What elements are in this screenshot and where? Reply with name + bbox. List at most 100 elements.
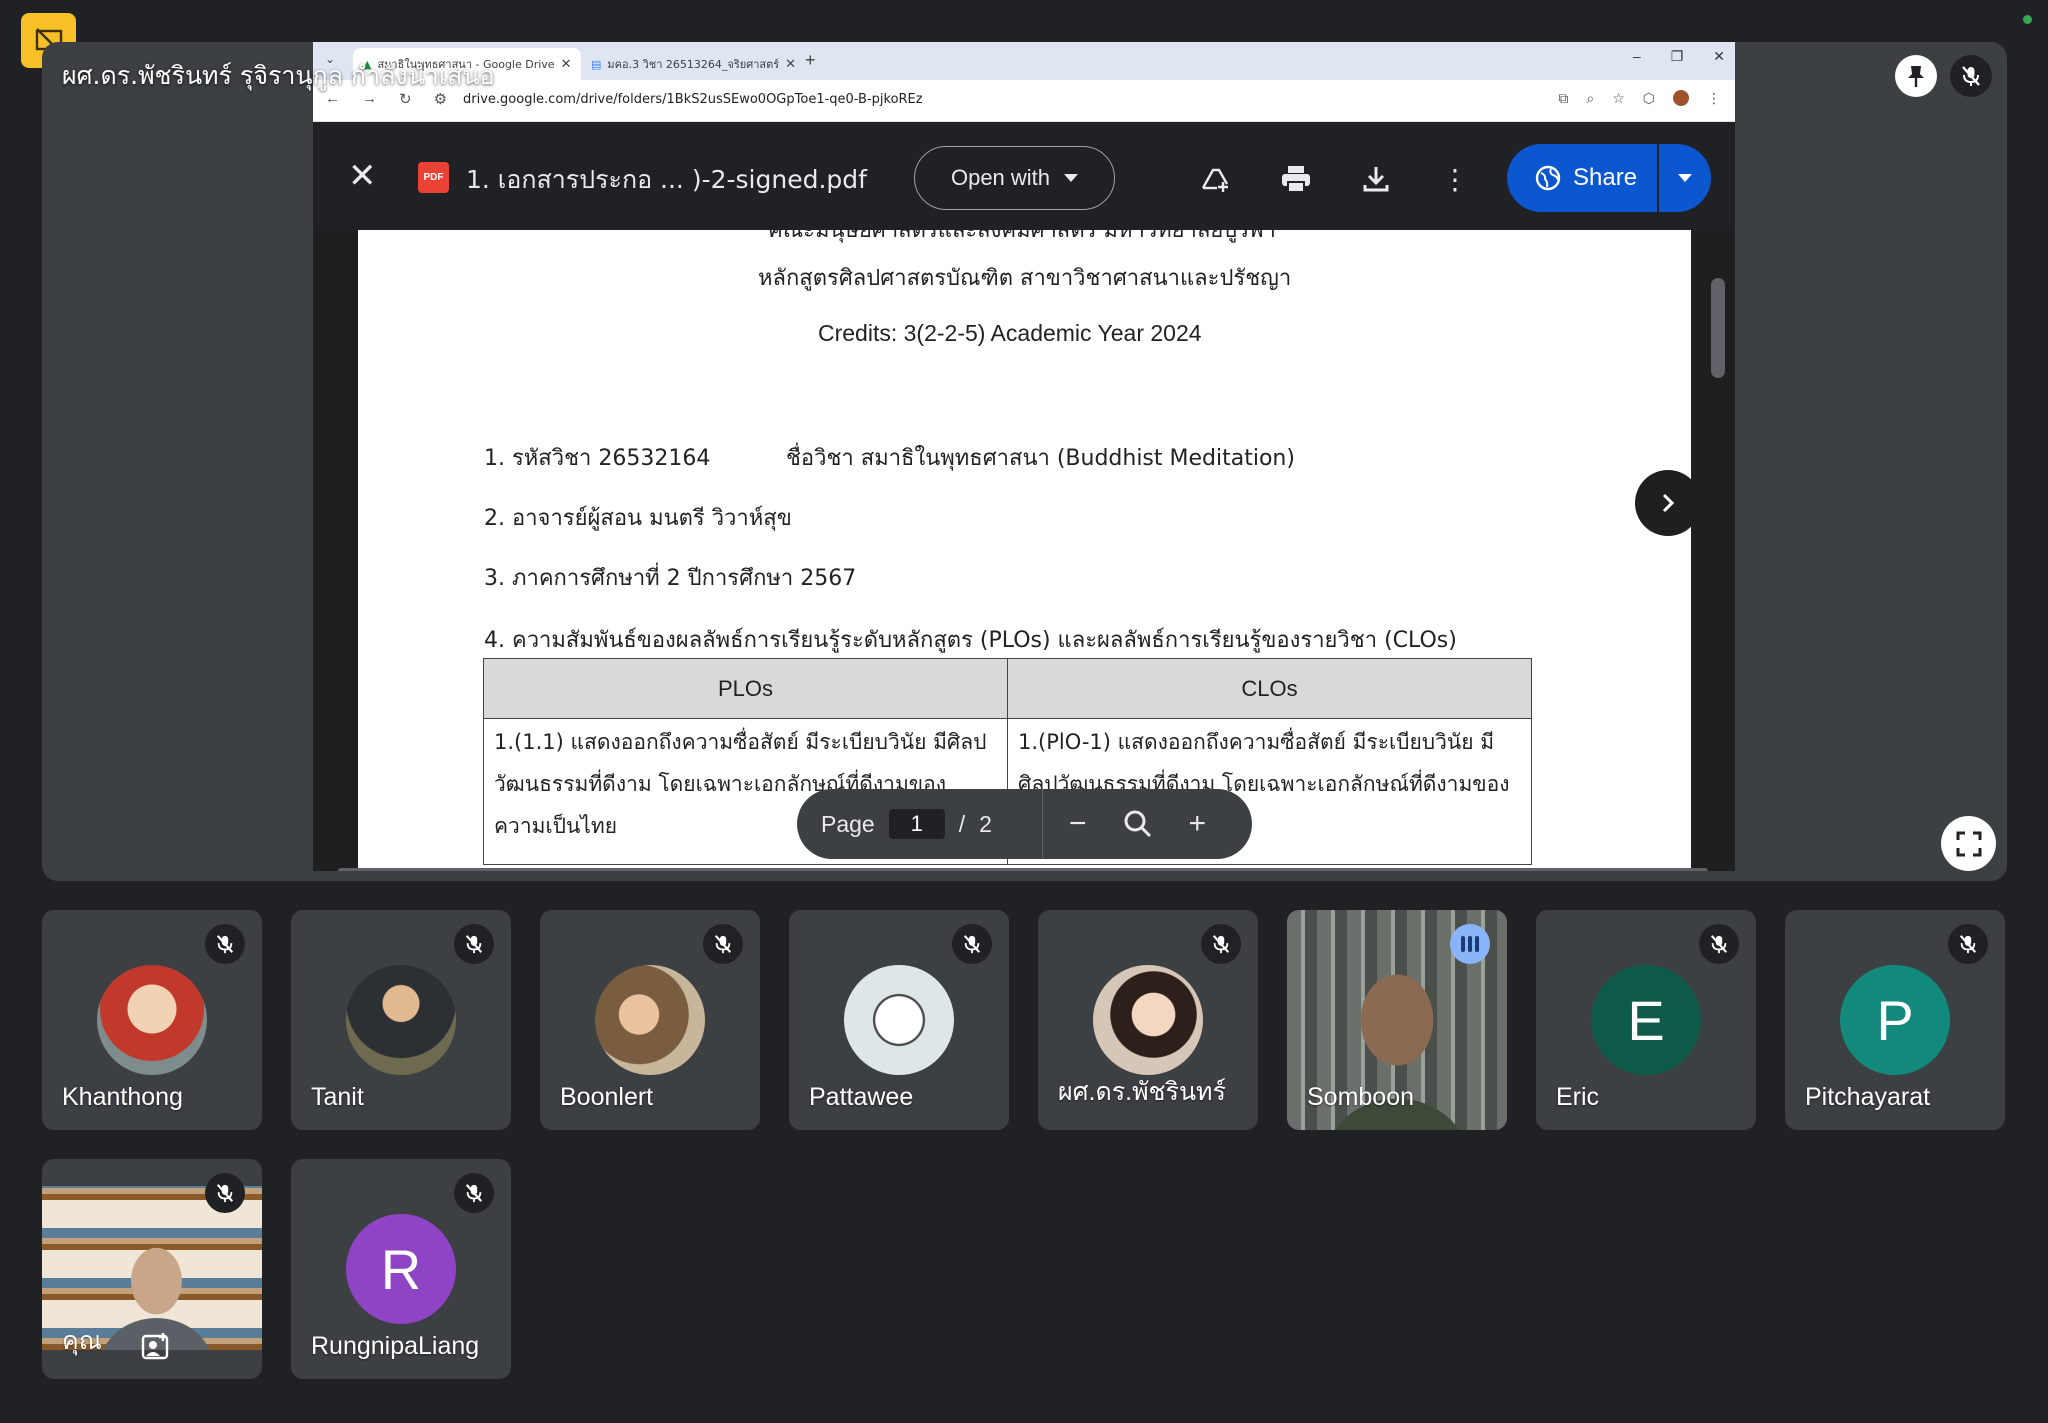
avatar [346, 965, 456, 1075]
participant-tile[interactable]: Boonlert [540, 910, 760, 1130]
avatar [97, 965, 207, 1075]
pdf-course-code: 1. รหัสวิชา 26532164 [484, 446, 711, 471]
install-icon[interactable]: ⧉ [1558, 90, 1568, 107]
avatar [1093, 965, 1203, 1075]
page-label: Page [821, 810, 875, 837]
address-bar: ← → ↻ ⚙ drive.google.com/drive/folders/1… [313, 80, 1735, 122]
participant-name: Pattawee [809, 1083, 914, 1111]
avatar [844, 965, 954, 1075]
share-button[interactable]: Share [1507, 144, 1711, 212]
chevron-right-icon [1662, 493, 1675, 513]
menu-dots-icon[interactable]: ⋮ [1707, 90, 1721, 107]
window-controls: – ❐ ✕ [1633, 48, 1725, 65]
page-total: 2 [979, 810, 992, 837]
speaking-indicator-icon [1450, 924, 1490, 964]
pdf-program-line: หลักสูตรศิลปศาสตรบัณฑิต สาขาวิชาศาสนาและ… [758, 266, 1292, 291]
fullscreen-button[interactable] [1941, 816, 1996, 871]
zoom-icon[interactable]: ⌕ [1586, 90, 1594, 107]
next-page-button[interactable] [1635, 470, 1701, 536]
mic-off-icon [1201, 924, 1241, 964]
participant-tile[interactable]: Somboon [1287, 910, 1507, 1130]
participant-tile[interactable]: R RungnipaLiang [291, 1159, 511, 1379]
close-tab-icon[interactable]: ✕ [561, 57, 572, 72]
page-controls: Page 1 / 2 − + [797, 789, 1252, 859]
open-with-label: Open with [950, 165, 1051, 190]
close-tab-icon[interactable]: ✕ [785, 57, 796, 72]
restore-icon[interactable]: ❐ [1671, 48, 1684, 65]
presenter-label: ผศ.ดร.พัชรินทร์ รุจิรานุกูล กำลังนำเสนอ [62, 61, 495, 90]
participant-tile[interactable]: Pattawee [789, 910, 1009, 1130]
profile-avatar[interactable] [1673, 90, 1689, 106]
zoom-out-icon[interactable]: − [1069, 807, 1087, 841]
pin-button[interactable] [1895, 55, 1937, 97]
status-dot [2023, 15, 2032, 24]
avatar-letter: P [1876, 988, 1914, 1052]
participant-tile[interactable]: ผศ.ดร.พัชรินทร์ [1038, 910, 1258, 1130]
mic-off-indicator [1950, 55, 1992, 97]
participant-tile[interactable]: P Pitchayarat [1785, 910, 2005, 1130]
pdf-credits-line: Credits: 3(2-2-5) Academic Year 2024 [818, 320, 1202, 346]
participant-tile[interactable]: E Eric [1536, 910, 1756, 1130]
pdf-semester: 3. ภาคการศึกษาที่ 2 ปีการศึกษา 2567 [484, 566, 857, 591]
participant-tile[interactable]: Tanit [291, 910, 511, 1130]
minimize-icon[interactable]: – [1633, 48, 1641, 65]
close-icon[interactable]: ✕ [348, 156, 377, 196]
table-header-plos: PLOs [483, 658, 1008, 719]
chevron-down-icon [1678, 174, 1692, 182]
mic-off-icon [703, 924, 743, 964]
avatar: P [1840, 965, 1950, 1075]
tab-doc[interactable]: ▤ มคอ.3 วิชา 26513264_จริยศาสตร์ ✕ [581, 48, 801, 80]
participant-name: Somboon [1307, 1083, 1415, 1111]
mic-off-icon [454, 924, 494, 964]
mic-off-icon [1962, 66, 1980, 86]
fullscreen-icon [1956, 831, 1981, 856]
tab-bar: ⌄ ▲ สมาธิในพุทธศาสนา - Google Drive ✕ ▤ … [313, 42, 1735, 80]
avatar: E [1591, 965, 1701, 1075]
share-label: Share [1573, 164, 1638, 191]
participant-name: RungnipaLiang [311, 1332, 480, 1360]
mic-off-icon [454, 1173, 494, 1213]
participant-tile[interactable]: คุณ [42, 1159, 262, 1379]
print-icon[interactable] [1279, 162, 1313, 196]
close-window-icon[interactable]: ✕ [1713, 48, 1725, 65]
add-to-drive-icon[interactable] [1198, 162, 1232, 196]
participant-tile[interactable]: Khanthong [42, 910, 262, 1130]
shared-screen: ⌄ ▲ สมาธิในพุทธศาสนา - Google Drive ✕ ▤ … [313, 42, 1735, 871]
pdf-faculty-line: คณะมนุษยศาสตร์และสังคมศาสตร์ มหาวิทยาลัย… [768, 230, 1276, 243]
zoom-in-icon[interactable]: + [1189, 807, 1207, 841]
page-separator: / [958, 810, 966, 837]
add-person-icon[interactable] [140, 1331, 174, 1365]
bookmark-star-icon[interactable]: ☆ [1612, 90, 1625, 107]
zoom-icon[interactable] [1123, 809, 1153, 839]
mic-off-icon [1699, 924, 1739, 964]
participant-name: Khanthong [62, 1083, 183, 1111]
mic-off-icon [952, 924, 992, 964]
participant-name: ผศ.ดร.พัชรินทร์ [1058, 1078, 1226, 1106]
mic-off-icon [205, 1173, 245, 1213]
participant-name: Tanit [311, 1083, 364, 1111]
participant-name: Boonlert [560, 1083, 654, 1111]
vertical-scrollbar[interactable] [1711, 278, 1725, 378]
drive-viewer-header: ✕ PDF 1. เอกสารประกอ ... )-2-signed.pdf … [313, 122, 1735, 230]
extensions-icon[interactable]: ⬡ [1643, 90, 1655, 107]
share-dropdown[interactable] [1657, 144, 1711, 212]
avatar: R [346, 1214, 456, 1324]
file-title: 1. เอกสารประกอ ... )-2-signed.pdf [466, 165, 867, 194]
chevron-down-icon [1064, 174, 1079, 182]
url-field[interactable]: drive.google.com/drive/folders/1BkS2usSE… [463, 92, 923, 107]
horizontal-scrollbar[interactable] [338, 868, 1708, 871]
participant-name: Pitchayarat [1805, 1083, 1931, 1111]
open-with-button[interactable]: Open with [914, 146, 1115, 210]
page-number-input[interactable]: 1 [888, 809, 945, 839]
globe-icon [1535, 165, 1561, 191]
new-tab-icon[interactable]: + [805, 50, 816, 71]
pdf-instructor: 2. อาจารย์ผู้สอน มนตรี วิวาห์สุข [484, 506, 792, 531]
address-actions: ⧉ ⌕ ☆ ⬡ ⋮ [1558, 90, 1721, 107]
download-icon[interactable] [1359, 162, 1393, 196]
mic-off-icon [205, 924, 245, 964]
table-header-clos: CLOs [1007, 658, 1532, 719]
more-options-icon[interactable]: ⋮ [1438, 162, 1472, 196]
mic-off-icon [1948, 924, 1988, 964]
avatar-letter: E [1627, 988, 1665, 1052]
participant-name: Eric [1556, 1083, 1600, 1111]
